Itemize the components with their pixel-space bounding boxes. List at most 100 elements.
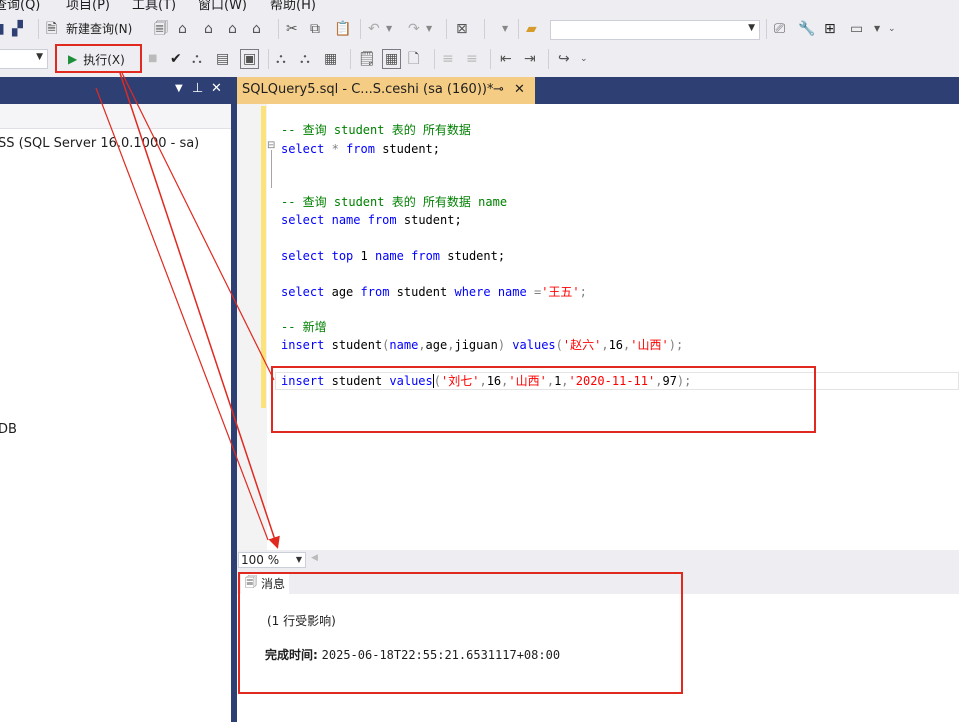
annotation-box-results	[238, 572, 683, 694]
keyword-select: select	[281, 213, 325, 227]
include-actual-plan-icon[interactable]: ⛬	[276, 44, 286, 74]
tab-close-icon[interactable]: ✕	[514, 82, 525, 97]
cut-icon[interactable]: ✂	[286, 14, 298, 44]
undo-dropdown-icon[interactable]: ▼	[386, 14, 392, 44]
code-token: 1	[360, 249, 368, 263]
keyword-from: from	[411, 249, 441, 263]
intellisense-icon[interactable]: ▣	[240, 49, 260, 69]
code-token: ;	[579, 285, 587, 299]
undo-icon[interactable]: ↶	[368, 14, 380, 44]
save-icon[interactable]: ▮	[0, 14, 5, 44]
code-comment: -- 查询 student 表的 所有数据	[281, 123, 471, 137]
outline-line	[271, 150, 272, 188]
code-token: jiguan	[454, 338, 498, 352]
database-node[interactable]: DB	[0, 422, 17, 437]
find-combobox[interactable]: ▼	[550, 20, 760, 40]
code-token: name	[389, 338, 419, 352]
results-to-file-icon[interactable]: 🗋	[408, 44, 419, 74]
tab-pin-icon[interactable]: ⊸	[493, 82, 504, 97]
window-position-dropdown-icon[interactable]: ▼	[175, 83, 183, 94]
toolbar-overflow-icon[interactable]: ⌄	[888, 14, 896, 44]
zoom-combobox[interactable]: 100 % ▼	[238, 552, 306, 568]
collapse-icon[interactable]: ⊟	[267, 141, 275, 151]
code-token: name	[497, 285, 527, 299]
solution-config-dropdown-icon[interactable]: ▼	[502, 14, 508, 44]
string-literal: '赵六'	[562, 338, 602, 352]
scroll-left-icon[interactable]: ◀	[311, 553, 318, 563]
menu-tools[interactable]: 工具(T)	[132, 0, 176, 12]
increase-indent-icon[interactable]: ⇥	[524, 44, 536, 74]
object-explorer-panel: ▼ ⊥ ✕ SS (SQL Server 16.0.1000 - sa) DB	[0, 77, 231, 722]
object-explorer-toolbar	[0, 104, 231, 129]
redo-dropdown-icon[interactable]: ▼	[426, 14, 432, 44]
keyword-from: from	[360, 285, 390, 299]
paste-icon[interactable]: 📋	[334, 14, 351, 44]
annotation-box-insert	[271, 366, 816, 433]
mdx-query-icon[interactable]: ⌂	[178, 14, 187, 44]
terminal-icon[interactable]: ▭	[850, 14, 863, 44]
copy-icon[interactable]: ⧉	[310, 14, 320, 44]
change-tracking-bar	[261, 106, 266, 408]
keyword-from: from	[367, 213, 397, 227]
parse-check-icon[interactable]: ✔	[170, 44, 182, 74]
server-node[interactable]: SS (SQL Server 16.0.1000 - sa)	[0, 136, 199, 151]
code-token: ,	[601, 338, 609, 352]
document-tab-strip: SQLQuery5.sql - C...S.ceshi (sa (160))* …	[237, 77, 959, 104]
stop-icon[interactable]: ■	[148, 44, 157, 74]
decrease-indent-icon[interactable]: ⇤	[500, 44, 512, 74]
menu-query[interactable]: 查询(Q)	[0, 0, 40, 12]
code-token: )	[497, 338, 506, 352]
results-to-text-icon[interactable]: 🗒	[358, 44, 376, 74]
new-query-icon[interactable]: 🗎	[46, 14, 57, 44]
keyword-where: where	[454, 285, 491, 299]
dax-query-icon[interactable]: ⌂	[252, 14, 261, 44]
close-icon[interactable]: ✕	[211, 81, 222, 96]
object-explorer-header: ▼ ⊥ ✕	[0, 77, 231, 104]
keyword-values: values	[512, 338, 556, 352]
zoom-bar: 100 % ▼ ◀	[237, 550, 959, 570]
query-editor[interactable]: ⊟ -- 查询 student 表的 所有数据 select * from st…	[237, 104, 959, 550]
new-query-button[interactable]: 新建查询(N)	[66, 14, 132, 44]
keyword-select: select	[281, 249, 325, 263]
specify-template-values-icon[interactable]: ↪	[558, 44, 570, 74]
uncomment-icon[interactable]: ≡	[466, 44, 478, 74]
save-all-icon[interactable]: ▞	[12, 14, 23, 44]
code-comment: -- 新增	[281, 320, 327, 334]
keyword-select: select	[281, 142, 325, 156]
display-estimated-plan-icon[interactable]: ⛬	[192, 44, 202, 74]
toolbar-overflow-icon-2[interactable]: ⌄	[580, 44, 588, 74]
find-in-files-icon[interactable]: ▰	[526, 14, 537, 44]
xmla-query-icon[interactable]: ⌂	[228, 14, 237, 44]
menu-project[interactable]: 项目(P)	[66, 0, 110, 12]
comment-out-icon[interactable]: ≡	[442, 44, 454, 74]
toolbar-options-icon[interactable]: ▼	[874, 14, 880, 44]
keyword-top: top	[331, 249, 354, 263]
string-literal: '山西'	[630, 338, 669, 352]
code-token: student;	[382, 142, 440, 156]
db-engine-query-icon[interactable]: 🗐	[154, 14, 168, 44]
redo-icon[interactable]: ↷	[408, 14, 420, 44]
query-options-icon[interactable]: ▤	[216, 44, 229, 74]
tab-sqlquery5[interactable]: SQLQuery5.sql - C...S.ceshi (sa (160))* …	[237, 77, 535, 104]
chevron-down-icon: ▼	[295, 555, 302, 564]
database-combobox[interactable]: ▼	[0, 49, 48, 69]
standard-toolbar: ▮ ▞ 🗎 新建查询(N) 🗐 ⌂ ⌂ ⌂ ⌂ ✂ ⧉ 📋 ↶ ▼ ↷ ▼ ⊠ …	[0, 14, 959, 44]
keyword-insert: insert	[281, 338, 325, 352]
menu-window[interactable]: 窗口(W)	[198, 0, 247, 12]
dmx-query-icon[interactable]: ⌂	[204, 14, 213, 44]
code-token: age	[425, 338, 448, 352]
activity-monitor-icon[interactable]: ⊠	[456, 14, 468, 44]
chevron-down-icon: ▼	[748, 23, 755, 33]
live-query-stats-icon[interactable]: ⛬	[300, 44, 310, 74]
code-token: age	[331, 285, 354, 299]
toolbox-icon[interactable]: ⊞	[824, 14, 836, 44]
client-statistics-icon[interactable]: ▦	[324, 44, 337, 74]
code-token: *	[331, 142, 339, 156]
results-to-grid-icon[interactable]: ▦	[382, 49, 402, 69]
code-token: (	[555, 338, 563, 352]
code-token: student	[331, 338, 383, 352]
pin-icon[interactable]: ⊥	[192, 81, 203, 96]
properties-icon[interactable]: 🔧	[798, 14, 815, 44]
menu-help[interactable]: 帮助(H)	[270, 0, 316, 12]
registered-servers-icon[interactable]: ⎚	[774, 14, 785, 44]
